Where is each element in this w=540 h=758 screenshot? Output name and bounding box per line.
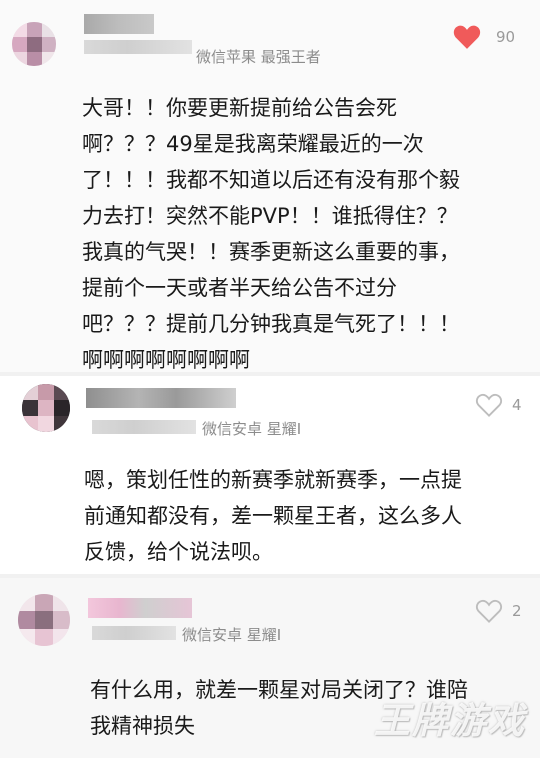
comment-card: 微信苹果 最强王者 90 大哥！！你要更新提前给公告会死 啊？？？49星是我离荣…	[0, 0, 540, 372]
username-blur	[84, 40, 192, 54]
like-count: 2	[512, 602, 522, 620]
heart-outline-icon	[475, 393, 503, 417]
comment-text: 嗯，策划任性的新赛季就新赛季，一点提 前通知都没有，差一颗星王者，这么多人 反馈…	[84, 468, 462, 564]
username[interactable]	[86, 388, 236, 408]
heart-outline-icon	[475, 599, 503, 623]
username[interactable]	[88, 598, 192, 618]
username[interactable]	[84, 14, 154, 34]
heart-filled-icon	[453, 25, 481, 49]
username-blur	[92, 626, 176, 640]
username-blur	[92, 420, 196, 434]
comment-card: 微信安卓 星耀Ⅰ 4 嗯，策划任性的新赛季就新赛季，一点提 前通知都没有，差一颗…	[0, 376, 540, 574]
comment-text: 大哥！！你要更新提前给公告会死 啊？？？49星是我离荣耀最近的一次 了！！！我都…	[82, 96, 460, 372]
like-count: 4	[512, 396, 522, 414]
like-button[interactable]: 2	[474, 598, 522, 624]
avatar[interactable]	[12, 22, 56, 66]
comment-meta: 微信安卓 星耀Ⅰ	[182, 626, 282, 644]
avatar[interactable]	[22, 384, 70, 432]
like-count: 90	[496, 28, 516, 46]
like-button[interactable]: 4	[474, 392, 522, 418]
watermark-logo: 王牌游戏	[373, 701, 526, 742]
avatar[interactable]	[18, 594, 70, 646]
like-button[interactable]: 90	[452, 24, 515, 50]
comment-meta: 微信安卓 星耀Ⅰ	[202, 420, 302, 438]
comment-meta: 微信苹果 最强王者	[196, 48, 321, 66]
